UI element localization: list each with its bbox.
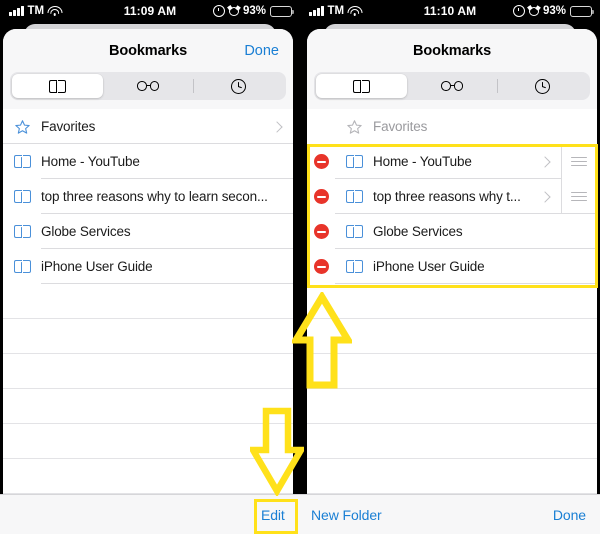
open-book-icon	[335, 260, 373, 273]
bookmarks-panel-edit-mode: Bookmarks Favorites Home - YouTube top t…	[307, 29, 597, 534]
empty-row	[307, 459, 597, 494]
delete-minus-icon[interactable]	[307, 154, 335, 169]
star-icon	[335, 119, 373, 135]
open-book-icon	[3, 155, 41, 168]
edit-row-iphone-user-guide[interactable]: iPhone User Guide	[307, 249, 597, 284]
reading-glasses-icon	[441, 81, 463, 91]
open-book-icon	[3, 190, 41, 203]
tab-bookmarks[interactable]	[316, 74, 407, 98]
list-item-globe-services[interactable]: Globe Services	[3, 214, 293, 249]
bookmarks-panel-before-edit: Bookmarks Done Favorites Home - YouTube …	[3, 29, 293, 534]
edit-row-top-three-reasons[interactable]: top three reasons why t...	[307, 179, 597, 214]
chevron-right-icon[interactable]	[539, 155, 551, 168]
segmented-control[interactable]	[314, 72, 590, 100]
list-item-label: iPhone User Guide	[41, 259, 153, 274]
alarm-clock-icon	[527, 4, 541, 16]
list-item-label: Globe Services	[373, 224, 463, 239]
tab-history[interactable]	[497, 74, 588, 98]
clock-icon	[231, 78, 247, 94]
open-book-icon	[3, 225, 41, 238]
battery-icon	[570, 5, 594, 17]
list-item-home-youtube[interactable]: Home - YouTube	[3, 144, 293, 179]
empty-row	[3, 389, 293, 424]
list-item-label: top three reasons why to learn secon...	[41, 189, 268, 204]
bookmarks-list-right: Favorites Home - YouTube top three reaso…	[307, 109, 597, 529]
open-book-icon	[3, 260, 41, 273]
list-item-label: Favorites	[373, 119, 428, 134]
navigation-bar-right: Bookmarks	[307, 29, 597, 72]
status-bar-right: TM 11:10 AM 93%	[300, 0, 600, 22]
open-book-icon	[352, 79, 370, 93]
status-right-group: 93%	[512, 4, 594, 17]
new-folder-button[interactable]: New Folder	[311, 507, 382, 523]
empty-row	[3, 459, 293, 494]
empty-row	[307, 389, 597, 424]
delete-minus-icon[interactable]	[307, 259, 335, 274]
list-item-label: iPhone User Guide	[373, 259, 485, 274]
empty-row	[307, 424, 597, 459]
tab-reading-list[interactable]	[407, 74, 498, 98]
bottom-toolbar: Edit New Folder Done	[0, 494, 600, 534]
battery-icon	[270, 5, 294, 17]
delete-minus-icon[interactable]	[307, 224, 335, 239]
list-item-iphone-user-guide[interactable]: iPhone User Guide	[3, 249, 293, 284]
list-item-top-three-reasons[interactable]: top three reasons why to learn secon...	[3, 179, 293, 214]
list-item-label: Favorites	[41, 119, 96, 134]
edit-row-globe-services[interactable]: Globe Services	[307, 214, 597, 249]
status-bar-left: TM 11:09 AM 93%	[0, 0, 300, 22]
edit-button[interactable]: Edit	[261, 507, 285, 523]
tab-reading-list[interactable]	[103, 74, 194, 98]
open-book-icon	[335, 155, 373, 168]
empty-row	[3, 319, 293, 354]
empty-row	[3, 284, 293, 319]
reorder-handle-icon[interactable]	[561, 179, 597, 214]
location-services-icon	[212, 5, 225, 17]
open-book-icon	[335, 225, 373, 238]
navigation-bar-left: Bookmarks Done	[3, 29, 293, 72]
empty-row	[3, 354, 293, 389]
segmented-control-wrapper-left	[3, 72, 293, 109]
chevron-right-icon	[271, 120, 283, 133]
segmented-control-wrapper-right	[307, 72, 597, 109]
reorder-handle-icon[interactable]	[561, 144, 597, 179]
tab-history[interactable]	[193, 74, 284, 98]
battery-percent-label: 93%	[242, 5, 266, 17]
chevron-right-icon[interactable]	[539, 190, 551, 203]
list-item-label: Globe Services	[41, 224, 131, 239]
empty-row	[3, 424, 293, 459]
star-icon	[3, 119, 41, 135]
page-title: Bookmarks	[108, 42, 188, 59]
segmented-control[interactable]	[10, 72, 286, 100]
nav-done-button[interactable]: Done	[244, 43, 279, 59]
list-item-favorites[interactable]: Favorites	[3, 109, 293, 144]
list-item-label: top three reasons why t...	[373, 189, 521, 204]
screenshot-root: TM 11:09 AM 93% TM 11:10 AM 93% Bookmark…	[0, 0, 600, 534]
tab-bookmarks[interactable]	[12, 74, 103, 98]
reading-glasses-icon	[137, 81, 159, 91]
list-item-favorites-disabled: Favorites	[307, 109, 597, 144]
empty-row	[307, 319, 597, 354]
open-book-icon	[48, 79, 66, 93]
delete-minus-icon[interactable]	[307, 189, 335, 204]
page-title: Bookmarks	[412, 42, 492, 59]
empty-row	[307, 354, 597, 389]
location-services-icon	[512, 5, 525, 17]
status-right-group: 93%	[212, 4, 294, 17]
edit-row-home-youtube[interactable]: Home - YouTube	[307, 144, 597, 179]
done-button[interactable]: Done	[553, 507, 586, 523]
bookmarks-list-left: Favorites Home - YouTube top three reaso…	[3, 109, 293, 529]
list-item-label: Home - YouTube	[373, 154, 472, 169]
empty-row	[307, 284, 597, 319]
list-item-label: Home - YouTube	[41, 154, 140, 169]
open-book-icon	[335, 190, 373, 203]
alarm-clock-icon	[227, 4, 241, 16]
battery-percent-label: 93%	[542, 5, 566, 17]
clock-icon	[535, 78, 551, 94]
